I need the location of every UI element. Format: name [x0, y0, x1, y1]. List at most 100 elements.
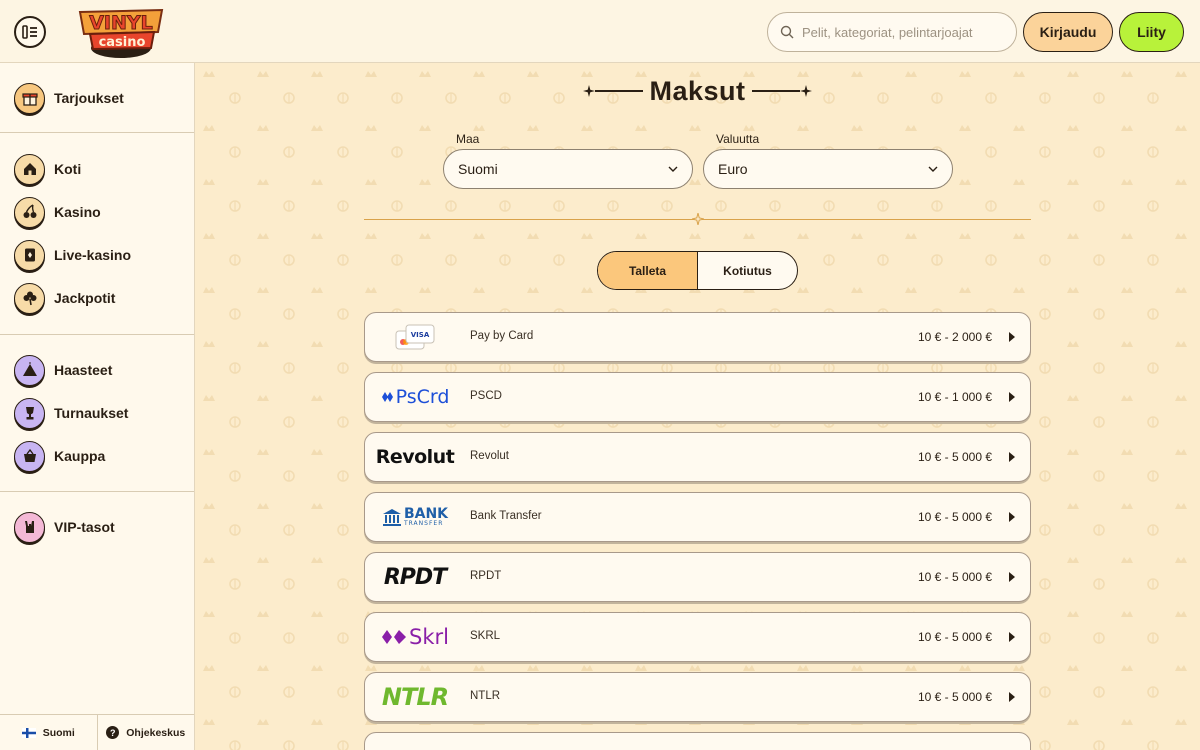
bank-icon — [382, 509, 401, 526]
arrow-right-icon — [1009, 332, 1015, 342]
arrow-right-icon — [1009, 512, 1015, 522]
sidebar-item-tournaments[interactable]: Turnaukset — [14, 397, 128, 429]
vinyl-casino-logo[interactable]: VINYL casino — [74, 2, 168, 60]
home-icon — [14, 153, 45, 185]
svg-text:VINYL: VINYL — [89, 12, 153, 34]
sidebar-item-shop[interactable]: Kauppa — [14, 440, 105, 472]
method-limits: 10 € - 5 000 € — [917, 450, 992, 464]
basket-icon — [14, 440, 45, 472]
divider-star-icon — [692, 213, 704, 225]
sidebar-item-home[interactable]: Koti — [14, 153, 81, 185]
trophy-icon — [14, 397, 45, 429]
finland-flag-icon — [21, 727, 36, 738]
method-name: PSCD — [470, 390, 502, 402]
search-box[interactable] — [767, 12, 1017, 52]
tab-deposit[interactable]: Talleta — [598, 252, 698, 289]
top-header: VINYL casino Kirjaudu Liity — [0, 0, 1200, 63]
country-label: Maa — [456, 132, 480, 146]
help-label: Ohjekeskus — [126, 726, 186, 739]
tab-withdraw[interactable]: Kotiutus — [698, 252, 797, 289]
arrow-right-icon — [1009, 452, 1015, 462]
search-icon — [780, 25, 794, 39]
payment-method-row[interactable]: VISA Pay by Card 10 € - 2 000 € — [364, 312, 1031, 362]
payment-method-row[interactable]: Skrl SKRL 10 € - 5 000 € — [364, 612, 1031, 662]
sidebar-item-label: Jackpotit — [54, 290, 116, 306]
sidebar-item-label: Kauppa — [54, 448, 106, 464]
chevron-down-icon — [928, 166, 938, 172]
sidebar: Tarjoukset Koti Kasino Live-kasino Jackp… — [0, 63, 195, 750]
chevron-down-icon — [668, 166, 678, 172]
join-button[interactable]: Liity — [1119, 12, 1184, 52]
arrow-right-icon — [1009, 572, 1015, 582]
skrl-logo: Skrl — [365, 613, 465, 661]
sidebar-item-label: Kasino — [54, 204, 101, 220]
payment-method-row[interactable]: BANK TRANSFER Bank Transfer 10 € - 5 000… — [364, 492, 1031, 542]
login-button[interactable]: Kirjaudu — [1023, 12, 1113, 52]
sidebar-item-casino[interactable]: Kasino — [14, 196, 101, 228]
search-input[interactable] — [802, 24, 1002, 40]
svg-text:casino: casino — [99, 35, 146, 50]
method-name: NTLR — [470, 690, 501, 702]
sidebar-item-jackpots[interactable]: Jackpotit — [14, 282, 115, 314]
sidebar-item-offers[interactable]: Tarjoukset — [14, 82, 124, 114]
page-title-row: Maksut — [195, 73, 1200, 109]
sidebar-item-label: Haasteet — [54, 362, 113, 378]
payment-method-row[interactable]: Revolut Revolut 10 € - 5 000 € — [364, 432, 1031, 482]
sidebar-item-challenges[interactable]: Haasteet — [14, 354, 112, 386]
method-limits: 10 € - 5 000 € — [917, 630, 992, 644]
page-title: Maksut — [649, 75, 746, 106]
currency-value: Euro — [718, 161, 748, 177]
sidebar-item-label: Turnaukset — [54, 405, 129, 421]
cards-icon — [14, 239, 45, 271]
method-limits: 10 € - 5 000 € — [917, 570, 992, 584]
sidebar-divider — [0, 491, 194, 492]
ntlr-logo: NTLR — [381, 683, 449, 711]
pscrd-logo: PsCrd — [365, 373, 465, 421]
help-center-link[interactable]: ? Ohjekeskus — [98, 715, 195, 750]
payment-method-row[interactable]: NTLR NTLR 10 € - 5 000 € — [364, 672, 1031, 722]
arrow-right-icon — [1009, 692, 1015, 702]
svg-text:VISA: VISA — [411, 331, 430, 339]
sidebar-item-label: VIP-tasot — [54, 519, 115, 535]
rock-hand-icon — [14, 511, 45, 543]
revolut-logo: Revolut — [375, 446, 455, 468]
payment-method-row[interactable]: RPDT RPDT 10 € - 5 000 € — [364, 552, 1031, 602]
title-decoration-left — [583, 85, 644, 97]
deposit-withdraw-toggle: Talleta Kotiutus — [597, 251, 798, 290]
sidebar-item-label: Koti — [54, 161, 82, 177]
sidebar-footer: Suomi ? Ohjekeskus — [0, 714, 194, 750]
method-name: Pay by Card — [470, 330, 534, 342]
method-limits: 10 € - 1 000 € — [917, 390, 992, 404]
country-select[interactable]: Suomi — [443, 149, 693, 189]
sidebar-divider — [0, 334, 194, 335]
language-label: Suomi — [42, 726, 75, 739]
language-selector[interactable]: Suomi — [0, 715, 98, 750]
method-limits: 10 € - 5 000 € — [917, 510, 992, 524]
mountain-icon — [14, 354, 45, 386]
clover-icon — [14, 282, 45, 314]
menu-toggle-button[interactable] — [14, 16, 46, 48]
currency-label: Valuutta — [716, 132, 760, 146]
arrow-right-icon — [1009, 392, 1015, 402]
gift-icon — [14, 82, 45, 114]
card-logo: VISA — [365, 313, 465, 361]
sidebar-divider — [0, 132, 194, 133]
sidebar-item-live-casino[interactable]: Live-kasino — [14, 239, 131, 271]
method-limits: 10 € - 2 000 € — [917, 330, 992, 344]
rpdt-logo: RPDT — [383, 564, 447, 590]
method-name: SKRL — [470, 630, 501, 642]
payments-main: Maksut Maa Suomi Valuutta Euro Talleta K… — [195, 63, 1200, 750]
bank-transfer-logo: BANK TRANSFER — [365, 493, 465, 541]
cherries-icon — [14, 196, 45, 228]
payment-method-row[interactable]: PsCrd PSCD 10 € - 1 000 € — [364, 372, 1031, 422]
payment-method-row[interactable] — [364, 732, 1031, 750]
sidebar-item-label: Live-kasino — [54, 247, 132, 263]
method-name: Revolut — [470, 450, 509, 462]
method-name: Bank Transfer — [470, 510, 542, 522]
help-icon: ? — [106, 726, 120, 739]
title-decoration-right — [751, 85, 812, 97]
currency-select[interactable]: Euro — [703, 149, 953, 189]
menu-icon — [22, 25, 37, 39]
country-value: Suomi — [458, 161, 498, 177]
sidebar-item-vip[interactable]: VIP-tasot — [14, 511, 115, 543]
